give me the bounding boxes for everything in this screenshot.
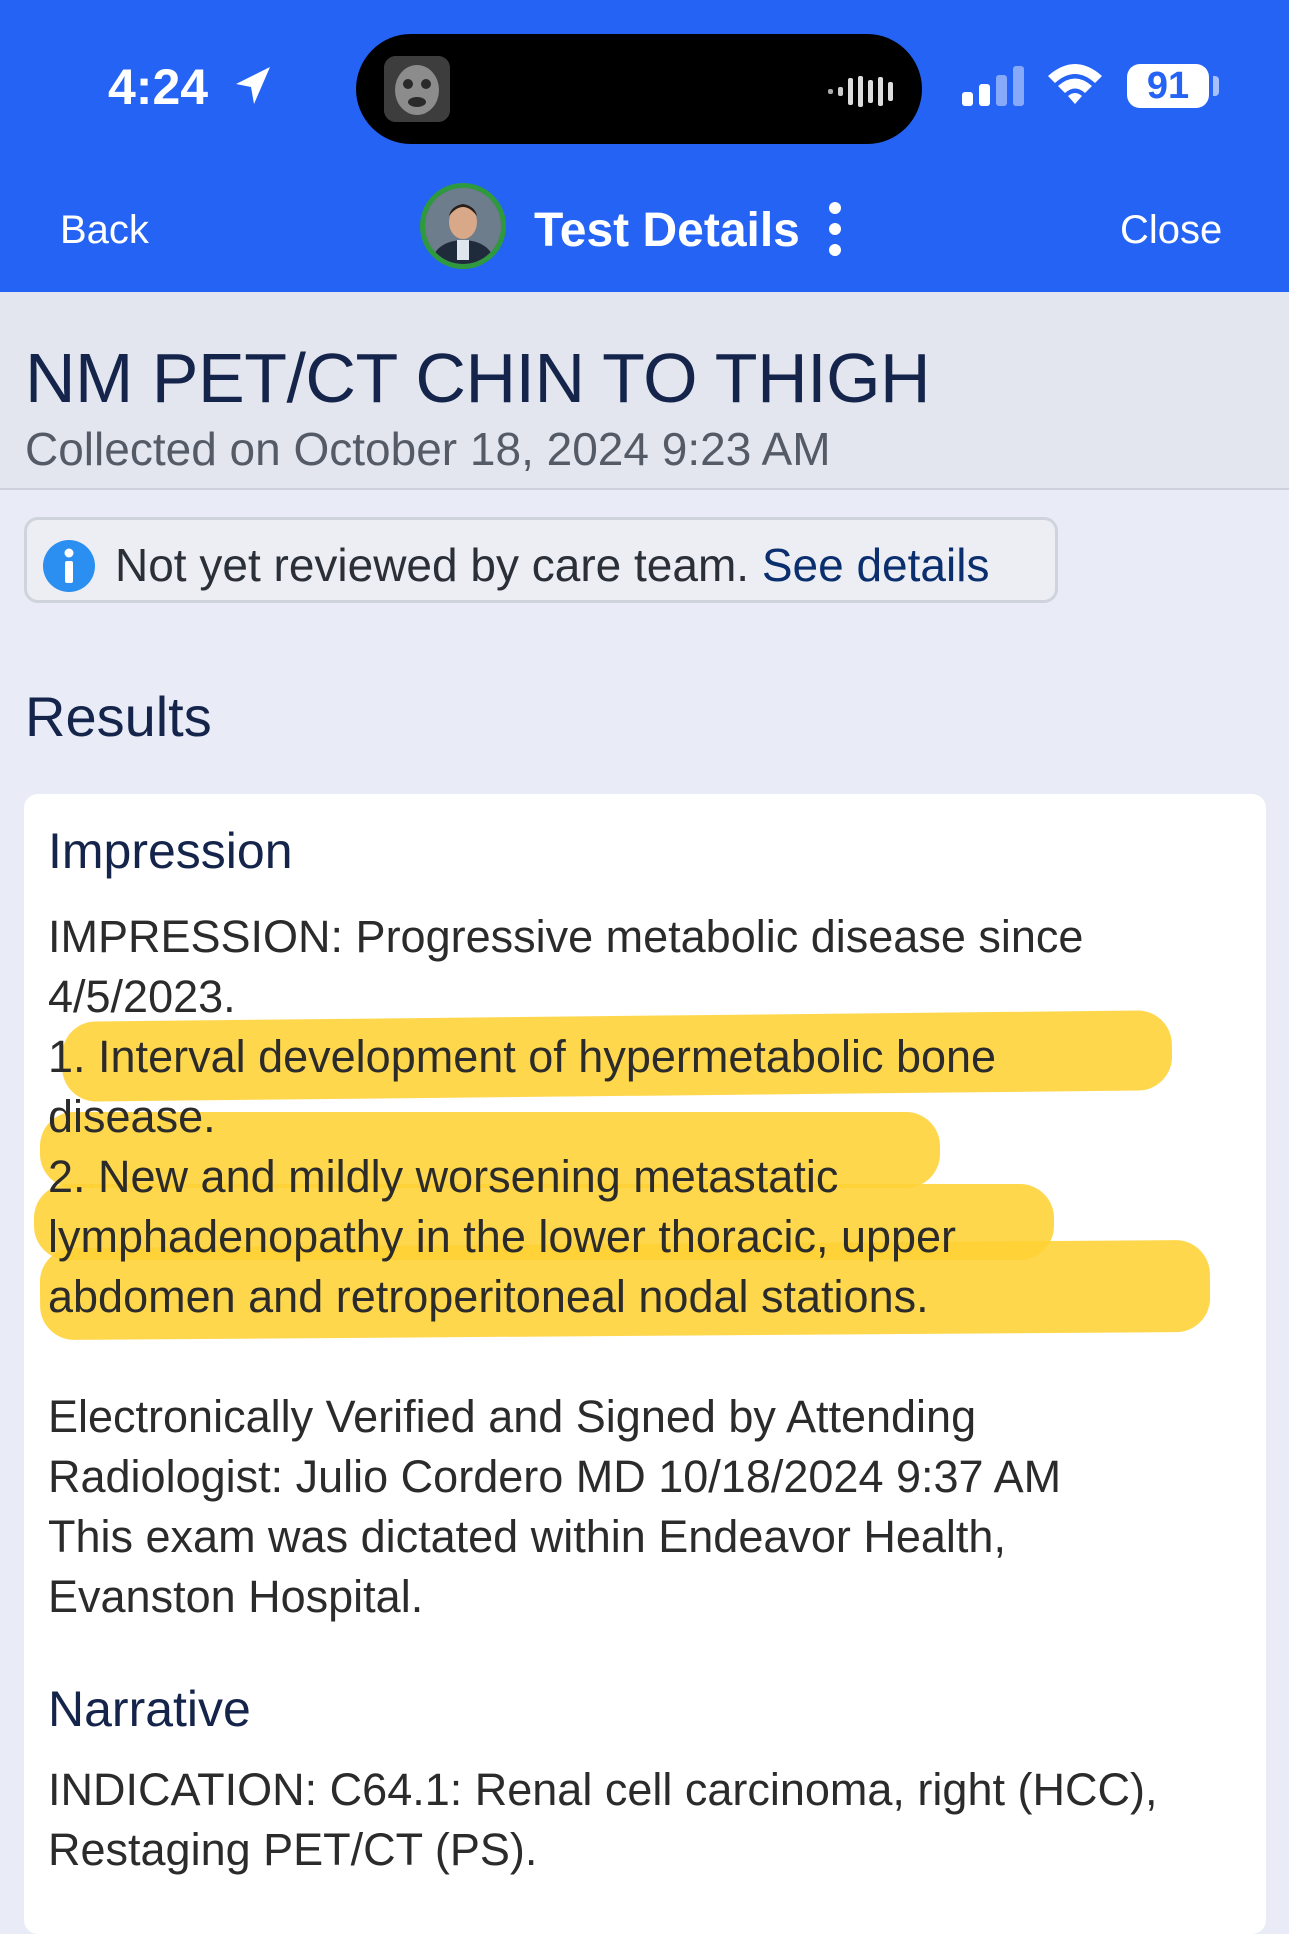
signature-text: Electronically Verified and Signed by At… [48, 1387, 1258, 1627]
cellular-signal-icon [962, 66, 1024, 106]
avatar[interactable] [420, 183, 506, 269]
more-vertical-icon[interactable] [825, 200, 845, 258]
impression-line: 1. Interval development of hypermetaboli… [48, 1031, 997, 1082]
impression-title: Impression [48, 823, 293, 879]
signature-line: Radiologist: Julio Cordero MD 10/18/2024… [48, 1451, 1062, 1502]
narrative-line: INDICATION: C64.1: Renal cell carcinoma,… [48, 1764, 1158, 1815]
page-title: Test Details [534, 204, 800, 257]
see-details-link[interactable]: See details [762, 539, 990, 591]
wifi-icon [1048, 64, 1102, 104]
signature-line: Evanston Hospital. [48, 1571, 424, 1622]
back-button[interactable]: Back [60, 208, 149, 253]
impression-line: lymphadenopathy in the lower thoracic, u… [48, 1211, 957, 1262]
impression-line: IMPRESSION: Progressive metabolic diseas… [48, 911, 1084, 962]
signature-line: Electronically Verified and Signed by At… [48, 1391, 977, 1442]
close-button[interactable]: Close [1120, 208, 1222, 253]
collected-date: Collected on October 18, 2024 9:23 AM [25, 423, 831, 475]
results-heading: Results [25, 685, 212, 748]
battery-indicator: 91 [1127, 64, 1209, 108]
status-time: 4:24 [108, 59, 209, 115]
signature-line: This exam was dictated within Endeavor H… [48, 1511, 1006, 1562]
test-title: NM PET/CT CHIN TO THIGH [25, 339, 931, 417]
impression-line: disease. [48, 1091, 216, 1142]
notice-text-wrapper: Not yet reviewed by care team. See detai… [115, 538, 989, 592]
notice-text: Not yet reviewed by care team. [115, 539, 750, 591]
now-playing-thumbnail-icon [384, 56, 450, 122]
impression-line: 2. New and mildly worsening metastatic [48, 1151, 839, 1202]
info-icon [43, 540, 95, 592]
impression-text: IMPRESSION: Progressive metabolic diseas… [48, 907, 1258, 1327]
dynamic-island[interactable] [356, 34, 922, 144]
narrative-text: INDICATION: C64.1: Renal cell carcinoma,… [48, 1760, 1258, 1880]
location-arrow-icon [236, 67, 270, 104]
impression-line: abdomen and retroperitoneal nodal statio… [48, 1271, 929, 1322]
battery-tip [1213, 76, 1219, 96]
narrative-title: Narrative [48, 1681, 251, 1737]
narrative-line: Restaging PET/CT (PS). [48, 1824, 538, 1875]
impression-line: 4/5/2023. [48, 971, 236, 1022]
top-bar: 4:24 91 Back Test Details Close [0, 0, 1289, 292]
results-card: Impression IMPRESSION: Progressive metab… [24, 794, 1266, 1934]
audio-waveform-icon [828, 76, 893, 107]
review-notice[interactable]: Not yet reviewed by care team. See detai… [24, 517, 1058, 603]
